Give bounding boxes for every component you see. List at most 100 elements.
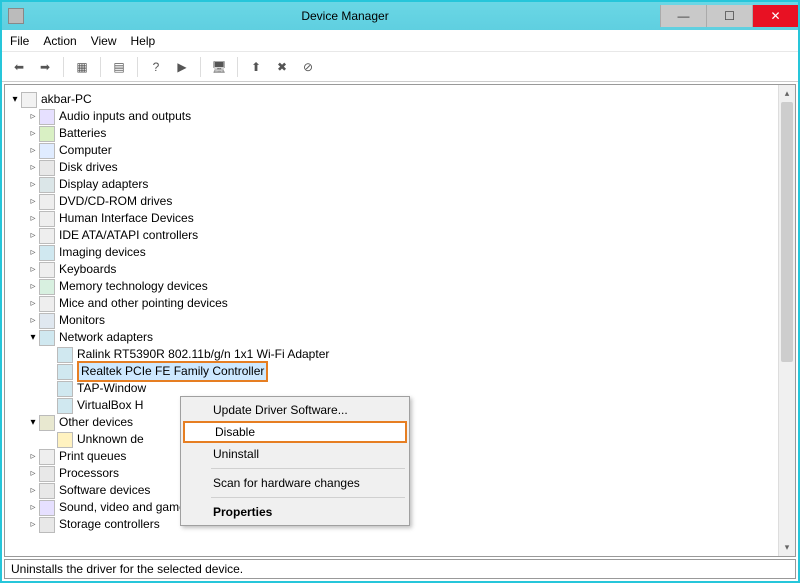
scroll-thumb[interactable] bbox=[781, 102, 793, 362]
tree-item-label[interactable]: Display adapters bbox=[59, 176, 148, 193]
computer-icon bbox=[21, 92, 37, 108]
printer-icon bbox=[39, 449, 55, 465]
expand-icon[interactable]: ▹ bbox=[27, 244, 39, 261]
tree-pane: ▾ akbar-PC ▹ Audio inputs and outputs ▹ Bat… bbox=[4, 84, 796, 557]
separator-icon bbox=[211, 468, 405, 469]
mouse-icon bbox=[39, 296, 55, 312]
ctx-update-driver[interactable]: Update Driver Software... bbox=[183, 399, 407, 421]
tree-item-label[interactable]: TAP-Window bbox=[77, 380, 146, 397]
window-title: Device Manager bbox=[30, 9, 660, 23]
battery-icon bbox=[39, 126, 55, 142]
collapse-icon[interactable]: ▾ bbox=[27, 414, 39, 431]
tree-item-label[interactable]: VirtualBox H bbox=[77, 397, 143, 414]
expand-icon[interactable]: ▹ bbox=[27, 465, 39, 482]
scroll-up-icon[interactable]: ▴ bbox=[779, 85, 795, 102]
tree-item-label[interactable]: IDE ATA/ATAPI controllers bbox=[59, 227, 198, 244]
action-button[interactable]: ▶ bbox=[171, 56, 193, 78]
collapse-icon[interactable]: ▾ bbox=[9, 91, 21, 108]
tree-item-label[interactable]: Software devices bbox=[59, 482, 150, 499]
uninstall-button[interactable]: ✖ bbox=[271, 56, 293, 78]
scan-hardware-button[interactable]: 🖥 bbox=[208, 56, 230, 78]
expand-icon[interactable]: ▹ bbox=[27, 142, 39, 159]
properties-button[interactable]: ▤ bbox=[108, 56, 130, 78]
network-card-icon bbox=[57, 398, 73, 414]
tree-item-label[interactable]: Human Interface Devices bbox=[59, 210, 194, 227]
selected-device[interactable]: Realtek PCIe FE Family Controller bbox=[77, 361, 268, 382]
ctx-uninstall[interactable]: Uninstall bbox=[183, 443, 407, 465]
software-icon bbox=[39, 483, 55, 499]
computer-icon bbox=[39, 143, 55, 159]
ctx-scan[interactable]: Scan for hardware changes bbox=[183, 472, 407, 494]
tree-item-label[interactable]: Memory technology devices bbox=[59, 278, 208, 295]
ctx-properties[interactable]: Properties bbox=[183, 501, 407, 523]
vertical-scrollbar[interactable]: ▴ ▾ bbox=[778, 85, 795, 556]
dvd-icon bbox=[39, 194, 55, 210]
tree-root[interactable]: ▾ akbar-PC bbox=[9, 91, 793, 108]
tree-item-label[interactable]: Computer bbox=[59, 142, 112, 159]
minimize-button[interactable]: — bbox=[660, 5, 706, 27]
maximize-button[interactable]: ☐ bbox=[706, 5, 752, 27]
separator-icon bbox=[137, 57, 138, 77]
sound-icon bbox=[39, 500, 55, 516]
expand-icon[interactable]: ▹ bbox=[27, 261, 39, 278]
expand-icon[interactable]: ▹ bbox=[27, 159, 39, 176]
disable-button[interactable]: ⊘ bbox=[297, 56, 319, 78]
update-driver-button[interactable]: ⬆ bbox=[245, 56, 267, 78]
tree-item-label[interactable]: Mice and other pointing devices bbox=[59, 295, 228, 312]
menu-bar: File Action View Help bbox=[2, 30, 798, 52]
tree-item-label[interactable]: Unknown de bbox=[77, 431, 144, 448]
status-bar: Uninstalls the driver for the selected d… bbox=[4, 559, 796, 579]
expand-icon[interactable]: ▹ bbox=[27, 448, 39, 465]
tree-item-label[interactable]: Disk drives bbox=[59, 159, 118, 176]
display-icon bbox=[39, 177, 55, 193]
ide-icon bbox=[39, 228, 55, 244]
app-icon bbox=[8, 8, 24, 24]
network-icon bbox=[39, 330, 55, 346]
tree-item-label[interactable]: Monitors bbox=[59, 312, 105, 329]
tree-item-label[interactable]: Keyboards bbox=[59, 261, 116, 278]
titlebar[interactable]: Device Manager — ☐ ✕ bbox=[2, 2, 798, 30]
tree-item-label[interactable]: Batteries bbox=[59, 125, 106, 142]
tree-item-label[interactable]: Print queues bbox=[59, 448, 126, 465]
imaging-icon bbox=[39, 245, 55, 261]
expand-icon[interactable]: ▹ bbox=[27, 125, 39, 142]
back-button[interactable]: ⬅ bbox=[8, 56, 30, 78]
menu-file[interactable]: File bbox=[10, 34, 29, 48]
menu-view[interactable]: View bbox=[91, 34, 117, 48]
forward-button[interactable]: ➡ bbox=[34, 56, 56, 78]
show-hide-console-button[interactable]: ▦ bbox=[71, 56, 93, 78]
tree-item-label[interactable]: Audio inputs and outputs bbox=[59, 108, 191, 125]
tree-item-label[interactable]: Network adapters bbox=[59, 329, 153, 346]
root-label: akbar-PC bbox=[41, 91, 92, 108]
tree-item-label[interactable]: Other devices bbox=[59, 414, 133, 431]
keyboard-icon bbox=[39, 262, 55, 278]
expand-icon[interactable]: ▹ bbox=[27, 278, 39, 295]
storage-icon bbox=[39, 517, 55, 533]
menu-help[interactable]: Help bbox=[131, 34, 156, 48]
expand-icon[interactable]: ▹ bbox=[27, 312, 39, 329]
separator-icon bbox=[200, 57, 201, 77]
expand-icon[interactable]: ▹ bbox=[27, 176, 39, 193]
collapse-icon[interactable]: ▾ bbox=[27, 329, 39, 346]
tree-item-label[interactable]: Imaging devices bbox=[59, 244, 146, 261]
expand-icon[interactable]: ▹ bbox=[27, 482, 39, 499]
menu-action[interactable]: Action bbox=[43, 34, 76, 48]
tree-item-label[interactable]: DVD/CD-ROM drives bbox=[59, 193, 172, 210]
network-card-icon bbox=[57, 381, 73, 397]
tree-item-label[interactable]: Processors bbox=[59, 465, 119, 482]
other-devices-icon bbox=[39, 415, 55, 431]
expand-icon[interactable]: ▹ bbox=[27, 193, 39, 210]
tree-item-label[interactable]: Storage controllers bbox=[59, 516, 160, 533]
close-button[interactable]: ✕ bbox=[752, 5, 798, 27]
expand-icon[interactable]: ▹ bbox=[27, 295, 39, 312]
expand-icon[interactable]: ▹ bbox=[27, 499, 39, 516]
expand-icon[interactable]: ▹ bbox=[27, 108, 39, 125]
help-button[interactable]: ? bbox=[145, 56, 167, 78]
memory-icon bbox=[39, 279, 55, 295]
expand-icon[interactable]: ▹ bbox=[27, 516, 39, 533]
expand-icon[interactable]: ▹ bbox=[27, 210, 39, 227]
scroll-down-icon[interactable]: ▾ bbox=[779, 539, 795, 556]
device-manager-window: Device Manager — ☐ ✕ File Action View He… bbox=[0, 0, 800, 583]
expand-icon[interactable]: ▹ bbox=[27, 227, 39, 244]
ctx-disable[interactable]: Disable bbox=[183, 421, 407, 443]
